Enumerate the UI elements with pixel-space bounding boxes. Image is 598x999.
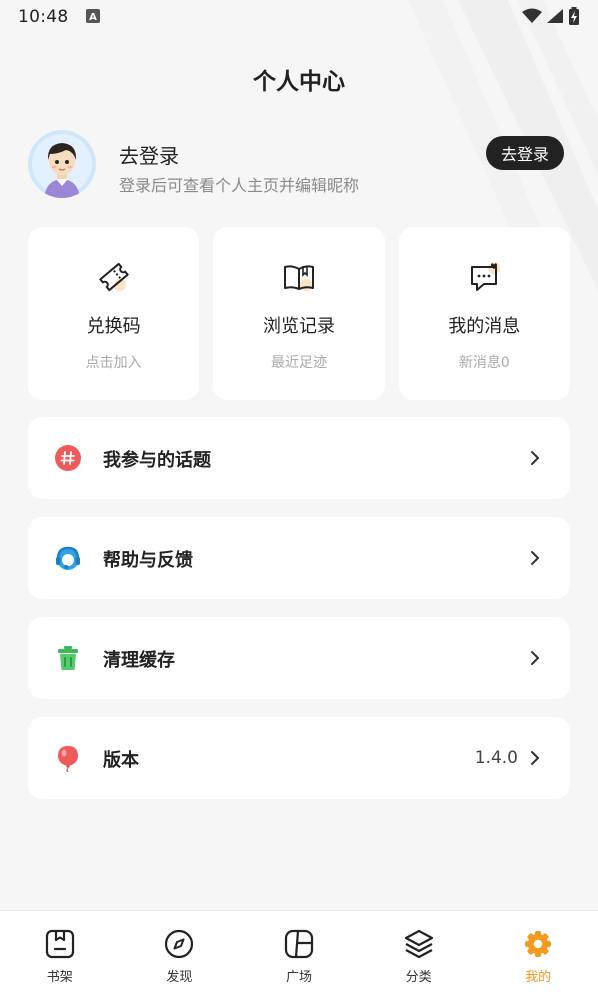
layers-icon [404, 929, 433, 959]
profile-section: 去登录 登录后可查看个人主页并编辑昵称 去登录 [28, 130, 570, 200]
card-label: 浏览记录 [262, 316, 335, 337]
menu-item-my-topics[interactable]: 我参与的话题 [28, 417, 570, 499]
card-my-messages[interactable]: 我的消息 新消息0 [398, 227, 570, 400]
menu-label: 帮助与反馈 [103, 550, 193, 571]
card-subtitle: 新消息0 [458, 355, 510, 371]
compass-icon [165, 929, 194, 959]
hashtag-icon [55, 445, 81, 471]
tab-label: 发现 [166, 970, 193, 985]
chevron-right-icon [531, 451, 539, 465]
tab-label: 广场 [285, 970, 312, 985]
bookshelf-icon [45, 929, 74, 959]
menu-label: 版本 [103, 750, 139, 771]
card-subtitle: 最近足迹 [270, 355, 327, 371]
tab-label: 书架 [46, 970, 73, 985]
menu-label: 清理缓存 [103, 650, 175, 671]
tab-mine[interactable]: 我的 [478, 911, 598, 999]
ticket-icon [98, 262, 129, 292]
notification-a-icon: A [86, 9, 100, 23]
card-label: 我的消息 [448, 316, 521, 337]
status-icons [522, 7, 580, 25]
notification-a-text: A [89, 12, 97, 23]
tab-label: 分类 [405, 970, 432, 985]
chevron-right-icon [531, 551, 539, 565]
gear-icon [525, 931, 552, 957]
battery-icon [569, 7, 579, 25]
trash-icon [58, 646, 78, 670]
card-subtitle: 点击加入 [85, 355, 142, 371]
avatar[interactable] [28, 130, 96, 198]
bottom-tab-bar: 书架 发现 广场 分类 我的 [0, 910, 598, 999]
card-redeem-code[interactable]: 兑换码 点击加入 [28, 227, 200, 400]
tab-bookshelf[interactable]: 书架 [0, 911, 120, 999]
balloon-icon [58, 746, 78, 772]
tab-square[interactable]: 广场 [239, 911, 359, 999]
profile-name[interactable]: 去登录 [119, 140, 179, 169]
tab-discover[interactable]: 发现 [120, 911, 240, 999]
wifi-icon [522, 8, 542, 23]
avatar-illustration [28, 130, 96, 198]
square-icon [284, 929, 314, 959]
page-title: 个人中心 [253, 69, 345, 95]
tab-label: 我的 [525, 970, 552, 985]
chevron-right-icon [531, 651, 539, 665]
card-browse-history[interactable]: 浏览记录 最近足迹 [213, 227, 385, 400]
menu-label: 我参与的话题 [103, 450, 211, 471]
menu-item-help-feedback[interactable]: 帮助与反馈 [28, 517, 570, 599]
message-icon [471, 262, 501, 291]
signal-icon [547, 9, 563, 23]
version-value: 1.4.0 [474, 748, 518, 768]
menu-item-version[interactable]: 版本 1.4.0 [28, 717, 570, 799]
profile-subtitle: 登录后可查看个人主页并编辑昵称 [119, 176, 360, 195]
login-button[interactable]: 去登录 [486, 136, 564, 170]
headset-icon [56, 546, 80, 570]
quick-cards: 兑换码 点击加入 浏览记录 最近足迹 我的消息 新消息0 [28, 227, 570, 400]
card-label: 兑换码 [86, 316, 141, 337]
tab-category[interactable]: 分类 [359, 911, 479, 999]
status-time: 10:48 [18, 7, 69, 27]
book-icon [283, 265, 314, 291]
menu-item-clear-cache[interactable]: 清理缓存 [28, 617, 570, 699]
status-bar: 10:48 A [0, 0, 598, 34]
chevron-right-icon [531, 751, 539, 765]
